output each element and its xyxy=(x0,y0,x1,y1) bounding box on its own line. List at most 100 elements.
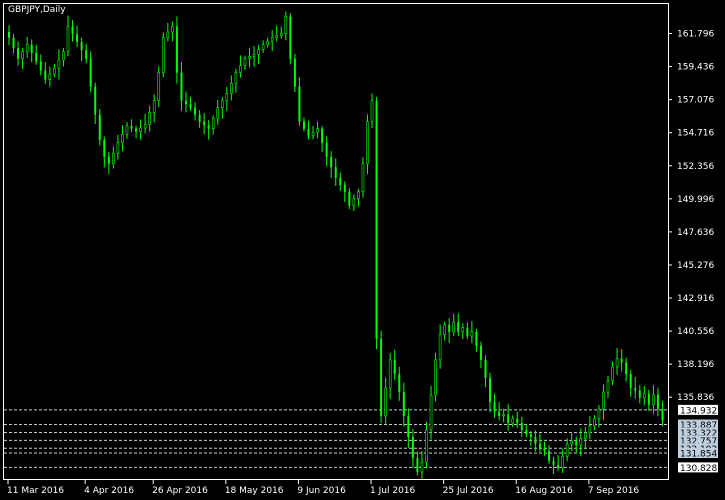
candle-body-bear xyxy=(325,142,328,157)
candle-body-bull xyxy=(275,35,279,38)
candle-body-bull xyxy=(652,394,655,406)
price-tick-label: 138.196 xyxy=(677,360,714,370)
candle-body-bear xyxy=(76,34,79,42)
candle xyxy=(375,96,378,350)
candle-body-bull xyxy=(602,391,605,410)
candle-body-bear xyxy=(557,464,560,468)
candle-body-bull xyxy=(357,191,360,200)
candle-body-bull xyxy=(570,440,574,445)
candle-body-bull xyxy=(121,134,124,144)
candle-body-bull xyxy=(230,82,233,94)
candle-body-bear xyxy=(184,100,187,105)
price-tick-label: 145.276 xyxy=(677,261,714,271)
candle-body-bull xyxy=(452,321,456,333)
candle-body-bull xyxy=(148,112,151,125)
level-tag-text: 130.828 xyxy=(680,464,717,474)
price-tick-label: 157.076 xyxy=(677,96,714,106)
candle-body-bear xyxy=(207,125,210,129)
candle xyxy=(161,32,165,78)
price-tick-label: 142.916 xyxy=(677,294,714,304)
candle-body-bear xyxy=(71,26,74,35)
candle-body-bear xyxy=(89,58,92,87)
candle-body-bull xyxy=(588,425,592,434)
candle-body-bear xyxy=(30,44,33,54)
candle-body-bear xyxy=(543,448,546,451)
candle-body-bear xyxy=(375,100,378,339)
candle-body-bear xyxy=(534,436,537,444)
candle-body-bear xyxy=(634,387,637,391)
price-tick-label: 140.556 xyxy=(677,327,714,337)
candle-body-bull xyxy=(366,121,369,165)
candle-body-bear xyxy=(520,422,523,430)
candle-body-bear xyxy=(107,156,110,164)
candle-body-bull xyxy=(57,59,61,69)
candle-body-bull xyxy=(643,393,646,399)
candle-body-bear xyxy=(289,16,292,59)
candle-body-bear xyxy=(493,401,496,412)
candle xyxy=(380,330,383,423)
candle-body-bull xyxy=(597,408,601,420)
candle-body-bear xyxy=(475,331,478,346)
candle-body-bear xyxy=(348,191,351,206)
candle-body-bull xyxy=(434,359,437,396)
candle-body-bear xyxy=(94,86,97,115)
candle-body-bull xyxy=(579,438,583,446)
candle-body-bear xyxy=(298,86,301,122)
price-tick-label: 154.716 xyxy=(677,129,714,139)
candle-body-bull xyxy=(161,37,165,73)
candle-body-bull xyxy=(243,58,247,66)
candle-body-bear xyxy=(44,70,47,80)
candle-body-bear xyxy=(529,434,532,437)
price-tick-label: 152.356 xyxy=(677,162,714,172)
candle-body-bull xyxy=(62,51,65,61)
candle-body-bear xyxy=(402,392,405,416)
candle-body-bull xyxy=(216,107,220,119)
candle-body-bull xyxy=(66,26,70,52)
price-chart[interactable]: 161.796 159.436 157.076 154.716 152.356 149.9… xyxy=(0,0,725,500)
candle-body-bear xyxy=(180,72,183,101)
candle-body-bear xyxy=(130,125,133,129)
candle-body-bull xyxy=(139,127,142,132)
candle-body-bull xyxy=(425,429,428,463)
candle-body-bull xyxy=(438,334,442,361)
candle-body-bear xyxy=(498,411,501,416)
candle-body-bear xyxy=(625,362,628,374)
candle-body-bear xyxy=(575,441,578,446)
candle xyxy=(289,13,292,65)
time-tick-label: 11 Mar 2016 xyxy=(7,486,64,496)
candle-body-bear xyxy=(393,359,396,374)
candle-body-bear xyxy=(548,450,551,461)
level-price-tag: 134.932 xyxy=(678,404,718,416)
candle-body-bear xyxy=(80,41,83,51)
level-price-labels: 134.932133.887133.322132.757132.192131.8… xyxy=(678,404,718,474)
candle-body-bull xyxy=(284,16,288,34)
time-tick-label: 7 Sep 2016 xyxy=(588,486,640,496)
candle-body-bear xyxy=(135,128,138,132)
candle-body-bull xyxy=(388,359,392,389)
candle-body-bear xyxy=(203,121,206,126)
candle-body-bull xyxy=(270,37,274,42)
candle-body-bull xyxy=(25,44,29,52)
candle-body-bull xyxy=(211,117,215,130)
time-tick-label: 26 Apr 2016 xyxy=(152,486,208,496)
candle-body-bull xyxy=(53,68,56,75)
candle-body-bull xyxy=(606,380,610,393)
time-tick-label: 18 May 2016 xyxy=(225,486,284,496)
candle-body-bull xyxy=(239,65,242,73)
candle-body-bear xyxy=(302,121,305,129)
candle-body-bull xyxy=(266,40,269,45)
candle-body-bear xyxy=(103,139,106,157)
time-tick-label: 9 Jun 2016 xyxy=(297,486,346,496)
candle-body-bull xyxy=(352,198,356,207)
candle-body-bull xyxy=(429,394,433,431)
level-price-tag: 130.828 xyxy=(678,462,718,474)
candle-body-bull xyxy=(261,44,265,50)
candle-body-bear xyxy=(175,26,178,73)
price-tick-label: 161.796 xyxy=(677,29,714,39)
candle-body-bull xyxy=(143,124,147,129)
candle-body-bull xyxy=(502,414,505,417)
candle-body-bear xyxy=(484,359,487,379)
candle-body-bull xyxy=(234,72,238,84)
candle-body-bear xyxy=(98,114,101,140)
chart-window[interactable]: 161.796 159.436 157.076 154.716 152.356 149.9… xyxy=(0,0,725,500)
